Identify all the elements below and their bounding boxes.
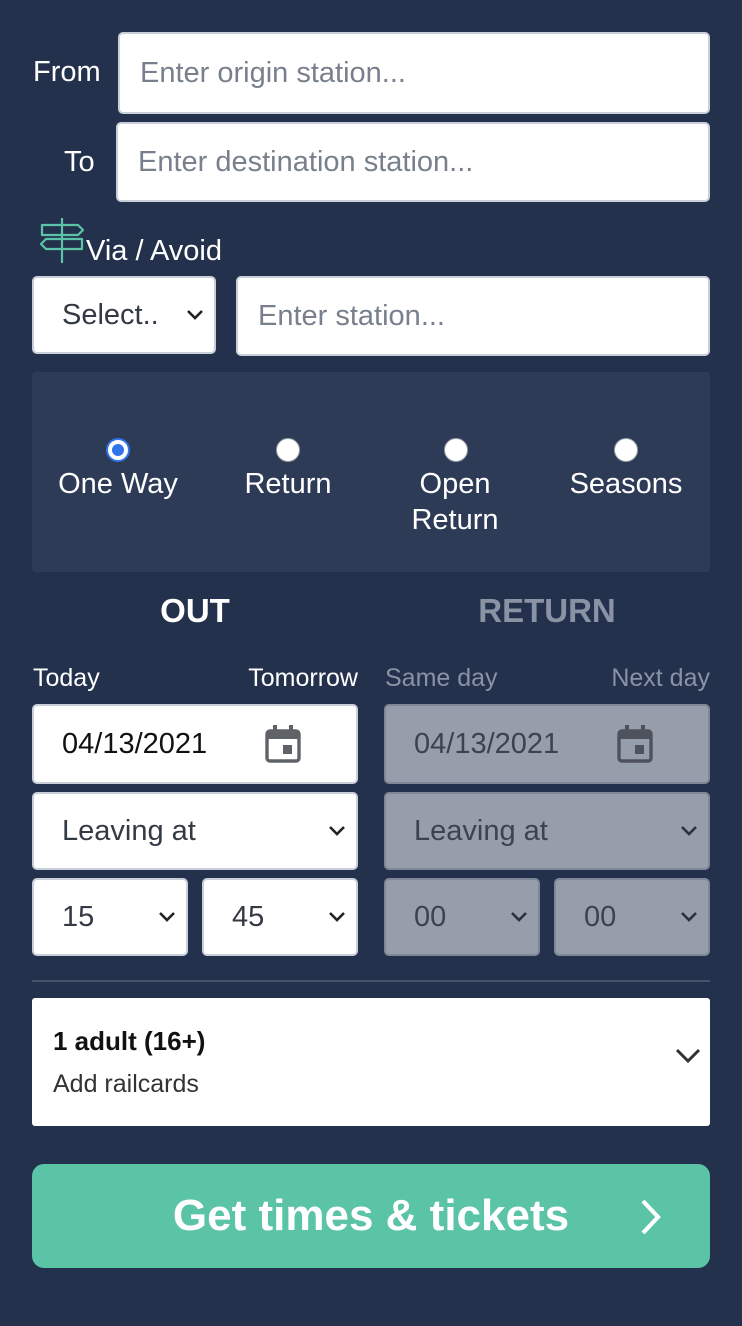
- same-day-link: Same day: [385, 664, 498, 692]
- next-day-link: Next day: [611, 664, 710, 692]
- get-times-tickets-label: Get times & tickets: [172, 1191, 570, 1240]
- return-hour-select: 00: [384, 878, 540, 956]
- calendar-icon: [265, 725, 301, 763]
- section-divider: [32, 980, 710, 982]
- chevron-right-icon: [641, 1199, 661, 1235]
- out-minute-value: 45: [232, 900, 265, 933]
- tomorrow-link[interactable]: Tomorrow: [238, 664, 358, 693]
- passengers-selector[interactable]: 1 adult (16+) Add railcards: [32, 998, 710, 1126]
- return-time-mode-value: Leaving at: [414, 814, 548, 847]
- via-avoid-select-value: Select..: [62, 298, 159, 331]
- radio-one-way[interactable]: [106, 438, 130, 462]
- chevron-down-icon: [681, 912, 697, 922]
- out-hour-value: 15: [62, 900, 95, 933]
- get-times-tickets-button[interactable]: Get times & tickets: [32, 1164, 710, 1268]
- return-header: RETURN: [478, 592, 616, 629]
- calendar-icon: [617, 725, 653, 763]
- return-hour-value: 00: [414, 900, 447, 933]
- destination-station-input[interactable]: Enter destination station...: [116, 122, 710, 202]
- chevron-down-icon: [511, 912, 527, 922]
- radio-open-return[interactable]: [444, 438, 468, 462]
- via-avoid-select[interactable]: Select..: [32, 276, 216, 354]
- return-date-input: 04/13/2021: [384, 704, 710, 784]
- return-time-mode-select: Leaving at: [384, 792, 710, 870]
- chevron-down-icon: [329, 912, 345, 922]
- chevron-down-icon: [681, 826, 697, 836]
- out-time-mode-value: Leaving at: [62, 814, 196, 847]
- today-link[interactable]: Today: [33, 664, 100, 693]
- origin-station-input[interactable]: Enter origin station...: [118, 32, 710, 114]
- radio-seasons[interactable]: [614, 438, 638, 462]
- chevron-down-icon: [675, 1048, 701, 1064]
- return-minute-select: 00: [554, 878, 710, 956]
- chevron-down-icon: [187, 310, 203, 320]
- radio-one-way-label[interactable]: One Way: [36, 466, 200, 502]
- via-station-placeholder: Enter station...: [258, 299, 445, 332]
- return-minute-value: 00: [584, 900, 617, 933]
- chevron-down-icon: [159, 912, 175, 922]
- via-station-input[interactable]: Enter station...: [236, 276, 710, 356]
- to-label: To: [64, 146, 95, 178]
- add-railcards-label: Add railcards: [53, 1070, 199, 1098]
- chevron-down-icon: [329, 826, 345, 836]
- return-date-value: 04/13/2021: [414, 727, 560, 760]
- ticket-type-panel: One Way Return Open Return Seasons: [32, 372, 710, 572]
- out-time-mode-select[interactable]: Leaving at: [32, 792, 358, 870]
- radio-seasons-label[interactable]: Seasons: [544, 466, 708, 502]
- passenger-summary: 1 adult (16+): [53, 1026, 206, 1056]
- destination-placeholder: Enter destination station...: [138, 145, 474, 178]
- radio-return-label[interactable]: Return: [206, 466, 370, 502]
- radio-return[interactable]: [276, 438, 300, 462]
- origin-placeholder: Enter origin station...: [140, 56, 406, 89]
- out-date-value: 04/13/2021: [62, 727, 208, 760]
- from-label: From: [33, 56, 101, 88]
- radio-open-return-label[interactable]: Open Return: [390, 466, 520, 538]
- out-date-input[interactable]: 04/13/2021: [32, 704, 358, 784]
- out-hour-select[interactable]: 15: [32, 878, 188, 956]
- out-minute-select[interactable]: 45: [202, 878, 358, 956]
- out-header: OUT: [160, 592, 230, 629]
- signpost-icon: [39, 218, 85, 263]
- via-avoid-label: Via / Avoid: [86, 235, 222, 267]
